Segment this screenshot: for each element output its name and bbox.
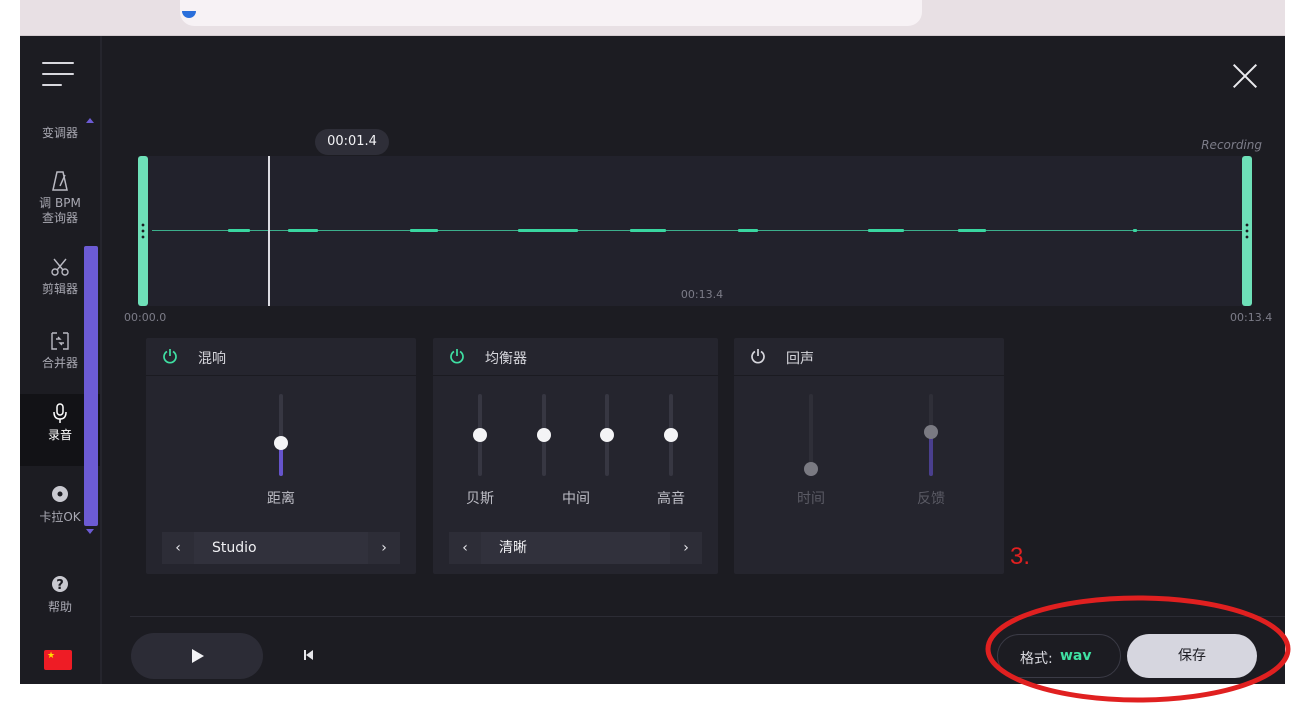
slider-knob[interactable] bbox=[600, 428, 614, 442]
equalizer-panel-header: 均衡器 bbox=[433, 338, 718, 376]
echo-title: 回声 bbox=[786, 351, 814, 367]
echo-power-icon[interactable] bbox=[750, 348, 766, 364]
waveform-peak bbox=[288, 229, 318, 232]
preset-prev-icon[interactable]: ‹ bbox=[162, 532, 194, 564]
waveform-peak bbox=[228, 229, 250, 232]
slider-knob[interactable] bbox=[274, 436, 288, 450]
screenshot-stage: 变调器 调 BPM 查询器 剪辑器 合并器 录音 卡拉OK ? 帮助 ★ 00:… bbox=[0, 0, 1312, 718]
timeline-start-time: 00:00.0 bbox=[124, 311, 167, 324]
slider-knob[interactable] bbox=[924, 425, 938, 439]
waveform-peak bbox=[958, 229, 986, 232]
eq-treble-label: 高音 bbox=[657, 491, 685, 507]
reverb-distance-label: 距离 bbox=[267, 491, 295, 507]
scroll-up-icon[interactable] bbox=[86, 118, 94, 123]
equalizer-panel: 均衡器 贝斯 中间 高音 ‹ 清晰 › bbox=[433, 338, 718, 574]
slider-knob[interactable] bbox=[804, 462, 818, 476]
equalizer-preset-selector[interactable]: ‹ 清晰 › bbox=[449, 532, 702, 564]
skip-to-start-icon[interactable] bbox=[302, 648, 316, 662]
timeline-end-time: 00:13.4 bbox=[1230, 311, 1273, 324]
scrollbar-thumb[interactable] bbox=[84, 246, 98, 526]
echo-feedback-label: 反馈 bbox=[917, 491, 945, 507]
echo-time-label: 时间 bbox=[797, 491, 825, 507]
china-flag-icon[interactable] bbox=[44, 650, 72, 670]
waveform-peak bbox=[738, 229, 758, 232]
reverb-preset-selector[interactable]: ‹ Studio › bbox=[162, 532, 400, 564]
echo-feedback-slider[interactable] bbox=[924, 394, 938, 476]
equalizer-title: 均衡器 bbox=[485, 351, 527, 367]
annotation-step-number: 3. bbox=[1010, 543, 1031, 570]
duration-label: 00:13.4 bbox=[680, 288, 724, 301]
browser-top-strip bbox=[20, 0, 1285, 36]
format-selector[interactable]: 格式: wav bbox=[997, 634, 1121, 678]
waveform-peak bbox=[868, 229, 904, 232]
eq-band-2-slider[interactable] bbox=[537, 394, 551, 476]
help-icon: ? bbox=[20, 574, 100, 600]
echo-time-slider[interactable] bbox=[804, 394, 818, 476]
reverb-panel: 混响 距离 ‹ Studio › bbox=[146, 338, 416, 574]
save-button[interactable]: 保存 bbox=[1127, 634, 1257, 678]
trim-end-handle[interactable] bbox=[1242, 156, 1252, 306]
echo-panel-header: 回声 bbox=[734, 338, 1004, 376]
eq-band-3-slider[interactable] bbox=[600, 394, 614, 476]
reverb-panel-header: 混响 bbox=[146, 338, 416, 376]
playhead[interactable] bbox=[268, 156, 270, 306]
eq-band-4-slider[interactable] bbox=[664, 394, 678, 476]
waveform-peak bbox=[410, 229, 438, 232]
recorder-main: 00:01.4 Recording 00:13.4 00:00.0 00:13.… bbox=[102, 36, 1285, 684]
address-bar[interactable] bbox=[180, 0, 922, 26]
reverb-title: 混响 bbox=[198, 351, 226, 367]
preset-prev-icon[interactable]: ‹ bbox=[449, 532, 481, 564]
reverb-power-icon[interactable] bbox=[162, 348, 178, 364]
recording-status: Recording bbox=[1201, 138, 1262, 152]
scroll-down-icon[interactable] bbox=[86, 529, 94, 534]
play-button[interactable] bbox=[131, 633, 263, 679]
waveform-peak bbox=[1133, 229, 1137, 232]
reverb-distance-slider[interactable] bbox=[274, 394, 288, 476]
preset-next-icon[interactable]: › bbox=[670, 532, 702, 564]
waveform-peak bbox=[630, 229, 666, 232]
waveform-view[interactable] bbox=[138, 156, 1252, 306]
equalizer-power-icon[interactable] bbox=[449, 348, 465, 364]
sidebar-item-label: 帮助 bbox=[47, 600, 72, 614]
eq-bass-label: 贝斯 bbox=[466, 491, 494, 507]
format-label: 格式: bbox=[1020, 651, 1053, 667]
waveform-peak bbox=[518, 229, 578, 232]
close-icon[interactable] bbox=[1229, 60, 1261, 92]
app-window: 变调器 调 BPM 查询器 剪辑器 合并器 录音 卡拉OK ? 帮助 ★ 00:… bbox=[20, 36, 1285, 684]
bottom-divider bbox=[130, 616, 1285, 617]
hamburger-menu-icon[interactable] bbox=[42, 62, 76, 88]
eq-band-1-slider[interactable] bbox=[473, 394, 487, 476]
eq-mid-label: 中间 bbox=[562, 491, 590, 507]
svg-text:?: ? bbox=[56, 578, 64, 593]
slider-knob[interactable] bbox=[537, 428, 551, 442]
echo-panel: 回声 时间 反馈 bbox=[734, 338, 1004, 574]
preset-next-icon[interactable]: › bbox=[368, 532, 400, 564]
reverb-preset-value: Studio bbox=[212, 540, 257, 556]
sidebar-item-help[interactable]: ? 帮助 bbox=[20, 566, 100, 638]
format-value: wav bbox=[1060, 648, 1092, 664]
slider-knob[interactable] bbox=[473, 428, 487, 442]
playhead-time-bubble: 00:01.4 bbox=[315, 129, 389, 155]
equalizer-preset-value: 清晰 bbox=[499, 540, 527, 556]
sidebar-scrollbar[interactable] bbox=[82, 116, 98, 546]
sidebar: 变调器 调 BPM 查询器 剪辑器 合并器 录音 卡拉OK ? 帮助 ★ bbox=[20, 36, 100, 684]
slider-knob[interactable] bbox=[664, 428, 678, 442]
trim-start-handle[interactable] bbox=[138, 156, 148, 306]
